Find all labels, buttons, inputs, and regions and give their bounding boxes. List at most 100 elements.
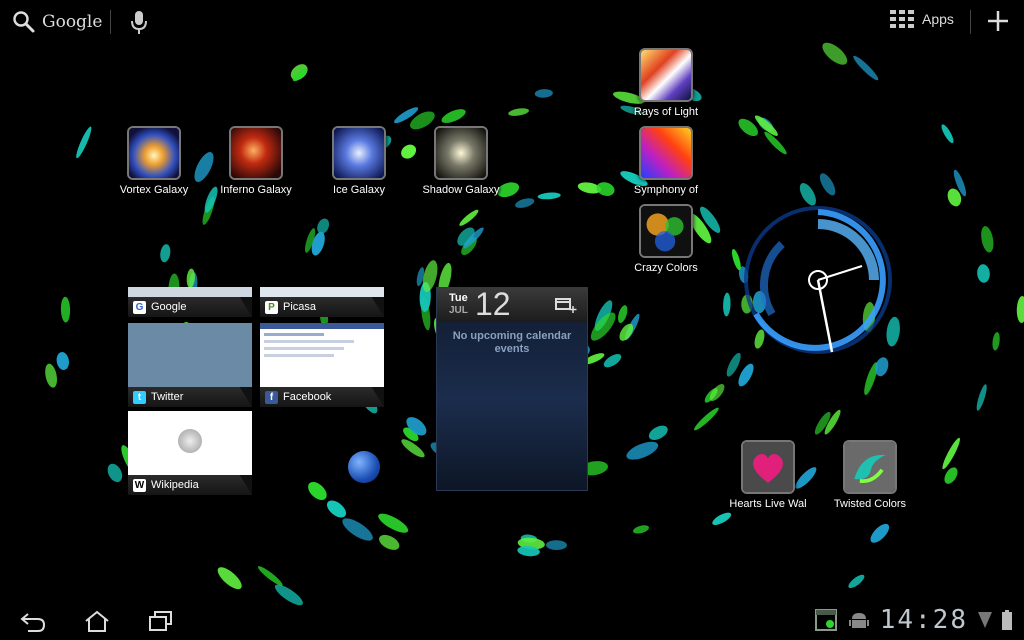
bookmark-thumbnail <box>260 323 384 387</box>
wallpaper-drop <box>1016 296 1024 323</box>
inferno-galaxy-icon <box>229 126 283 180</box>
heart-icon <box>741 440 795 494</box>
bookmark-google[interactable]: G Google <box>128 287 252 317</box>
browser-globe-icon[interactable] <box>348 451 380 483</box>
bookmark-title: Picasa <box>283 301 317 313</box>
wallpaper-drop <box>977 264 990 283</box>
add-to-home-icon[interactable] <box>985 8 1011 34</box>
shortcut-symphony-of[interactable]: Symphony of <box>616 126 716 196</box>
wallpaper-drop <box>870 523 890 543</box>
wallpaper-drop <box>848 574 865 589</box>
wallpaper-drop <box>45 363 57 388</box>
wallpaper-drop <box>731 248 741 271</box>
wallpaper-drop <box>60 296 71 323</box>
divider <box>970 10 971 34</box>
shortcut-inferno-galaxy[interactable]: Inferno Galaxy <box>206 126 306 196</box>
wallpaper-drop <box>596 182 615 196</box>
symphony-of-colors-icon <box>639 126 693 180</box>
wallpaper-drop <box>441 109 466 124</box>
wallpaper-drop <box>726 352 741 377</box>
wallpaper-drop <box>633 525 649 534</box>
status-area[interactable]: 14:28 <box>814 605 1012 635</box>
clock-time: 14:28 <box>879 605 968 635</box>
shortcut-vortex-galaxy[interactable]: Vortex Galaxy <box>104 126 204 196</box>
wallpaper-drop <box>257 566 283 586</box>
shadow-galaxy-icon <box>434 126 488 180</box>
search-label: Google <box>42 12 103 32</box>
wallpaper-drop <box>738 363 754 387</box>
bookmarks-widget: G Google P Picasa t Twitter f Facebook W… <box>124 287 390 495</box>
wallpaper-drop <box>537 192 561 200</box>
shortcut-shadow-galaxy[interactable]: Shadow Galaxy <box>411 126 511 196</box>
calendar-empty-message: No upcoming calendar events <box>452 330 572 355</box>
wallpaper-drop <box>603 354 622 368</box>
shortcut-crazy-colors[interactable]: Crazy Colors <box>616 204 716 274</box>
wallpaper-drop <box>76 126 92 159</box>
wallpaper-drop <box>534 89 553 98</box>
home-icon[interactable] <box>84 610 110 632</box>
bookmark-title-bar: G Google <box>128 297 252 317</box>
bookmark-thumbnail <box>128 411 252 475</box>
bookmark-thumbnail <box>260 287 384 297</box>
bookmark-thumbnail <box>128 323 252 387</box>
shortcut-label: Symphony of <box>633 184 699 196</box>
wallpaper-drop <box>992 332 1000 351</box>
bookmark-title-bar: f Facebook <box>260 387 384 407</box>
bookmark-picasa[interactable]: P Picasa <box>260 287 384 317</box>
wallpaper-drop <box>508 108 529 116</box>
new-event-icon[interactable] <box>555 296 577 314</box>
screenshot-notification-icon <box>814 609 837 631</box>
wallpaper-drop <box>941 124 954 144</box>
twitter-favicon-icon: t <box>133 390 146 404</box>
bookmark-twitter[interactable]: t Twitter <box>128 323 252 407</box>
shortcut-label: Crazy Colors <box>634 262 698 274</box>
shortcut-label: Twisted Colors <box>833 498 907 510</box>
shortcut-hearts-live-wallpaper[interactable]: Hearts Live Wal <box>718 440 818 510</box>
shortcut-label: Vortex Galaxy <box>119 184 189 196</box>
picasa-favicon-icon: P <box>265 300 278 314</box>
bookmark-title: Wikipedia <box>151 479 199 491</box>
shortcut-label: Inferno Galaxy <box>220 184 292 196</box>
apps-button[interactable]: Apps <box>890 10 954 28</box>
calendar-widget[interactable]: Tue JUL 12 No upcoming calendar events <box>436 286 588 491</box>
battery-icon <box>1002 610 1012 630</box>
shortcut-ice-galaxy[interactable]: Ice Galaxy <box>309 126 409 196</box>
search-icon <box>13 11 35 33</box>
bookmark-facebook[interactable]: f Facebook <box>260 323 384 407</box>
shortcut-rays-of-light[interactable]: Rays of Light <box>616 48 716 118</box>
bookmark-title: Google <box>151 301 187 313</box>
google-search-button[interactable]: Google <box>12 8 102 36</box>
rays-of-light-icon <box>639 48 693 102</box>
wallpaper-drop <box>819 173 836 196</box>
wallpaper-drop <box>379 534 400 550</box>
wallpaper-drop <box>217 567 242 590</box>
calendar-day: 12 <box>475 286 511 322</box>
analog-clock-widget[interactable] <box>742 204 894 356</box>
wallpaper-drop <box>515 198 535 208</box>
shortcut-twisted-colors[interactable]: Twisted Colors <box>820 440 920 510</box>
bookmark-wikipedia[interactable]: W Wikipedia <box>128 411 252 495</box>
apps-label: Apps <box>922 11 954 27</box>
wallpaper-drop <box>459 209 479 226</box>
bookmark-thumbnail <box>128 287 252 297</box>
calendar-month: JUL <box>449 305 468 316</box>
bookmark-title-bar: P Picasa <box>260 297 384 317</box>
wikipedia-favicon-icon: W <box>133 478 146 492</box>
crazy-colors-icon <box>639 204 693 258</box>
wallpaper-drop <box>694 407 719 431</box>
back-icon[interactable] <box>20 610 46 632</box>
wallpaper-drop <box>712 512 732 525</box>
vortex-galaxy-icon <box>127 126 181 180</box>
calendar-header: Tue JUL 12 <box>437 286 587 322</box>
wallpaper-drop <box>160 244 171 263</box>
recent-apps-icon[interactable] <box>148 610 174 632</box>
wallpaper-drop <box>723 292 731 317</box>
twisted-colors-icon <box>843 440 897 494</box>
shortcut-label: Shadow Galaxy <box>422 184 500 196</box>
bookmark-title-bar: W Wikipedia <box>128 475 252 495</box>
shortcut-label: Ice Galaxy <box>333 184 385 196</box>
microphone-icon[interactable] <box>128 9 150 35</box>
wallpaper-drop <box>107 463 123 483</box>
apps-grid-icon <box>890 10 914 28</box>
wallpaper-drop <box>626 441 659 460</box>
